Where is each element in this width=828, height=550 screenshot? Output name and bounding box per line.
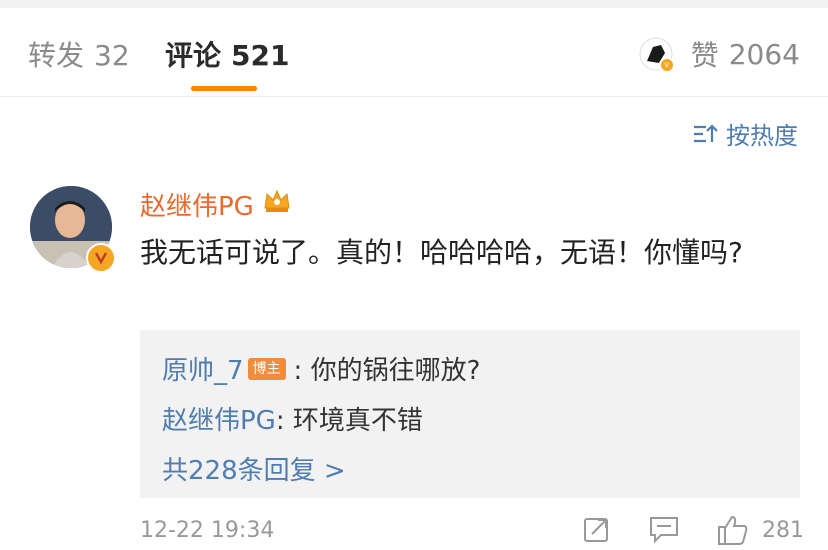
comment-icon [650,517,678,544]
liker-avatar: v [638,37,675,73]
tab-comment-label: 评论 [165,39,222,72]
tab-like[interactable]: v 赞 2064 [638,34,800,74]
tab-repost[interactable]: 转发 32 [28,34,130,74]
author-badge: 博主 [247,357,286,380]
reply-box[interactable]: 原帅_7 博主 : 你的锅往哪放? 赵继伟PG : 环境真不错 共228条回复 … [140,330,800,498]
top-band [0,0,828,8]
comment-text: 我无话可说了。真的！哈哈哈哈，无语！你懂吗? [140,236,743,269]
tab-like-count: 2064 [728,37,800,71]
verified-icon [86,243,116,273]
share-icon [584,518,608,542]
tab-repost-label: 转发 [28,39,85,72]
comment-username[interactable]: 赵继伟PG [140,186,292,223]
liker-verified-icon: v [658,57,675,73]
tab-comment-count: 521 [231,39,290,72]
reply-author[interactable]: 原帅_7 [162,350,244,387]
sort-icon [694,123,718,142]
reply-author[interactable]: 赵继伟PG [162,400,276,437]
thumbs-up-icon [718,515,748,545]
crown-icon [262,188,292,221]
sort-button[interactable]: 按热度 [692,116,798,151]
active-tab-indicator [191,86,257,91]
more-replies-link[interactable]: 共228条回复 > [162,450,346,487]
tab-comment[interactable]: 评论 521 [165,34,289,74]
like-count: 281 [762,518,804,543]
reply-text: : 环境真不错 [275,406,423,436]
reply-item: 原帅_7 博主 : 你的锅往哪放? [162,350,480,387]
repost-button[interactable] [582,514,612,548]
sort-label: 按热度 [726,122,798,150]
comment-username-text: 赵继伟PG [140,192,254,222]
tab-bar: 转发 32 评论 521 v 赞 2064 [0,8,828,97]
reply-text: : 你的锅往哪放? [293,356,481,386]
tab-repost-count: 32 [94,39,130,72]
tab-like-label: 赞 [690,39,719,72]
comment-timestamp: 12-22 19:34 [140,518,275,543]
like-button[interactable] [716,514,750,550]
reply-item: 赵继伟PG : 环境真不错 [162,400,423,437]
reply-button[interactable] [648,514,680,548]
